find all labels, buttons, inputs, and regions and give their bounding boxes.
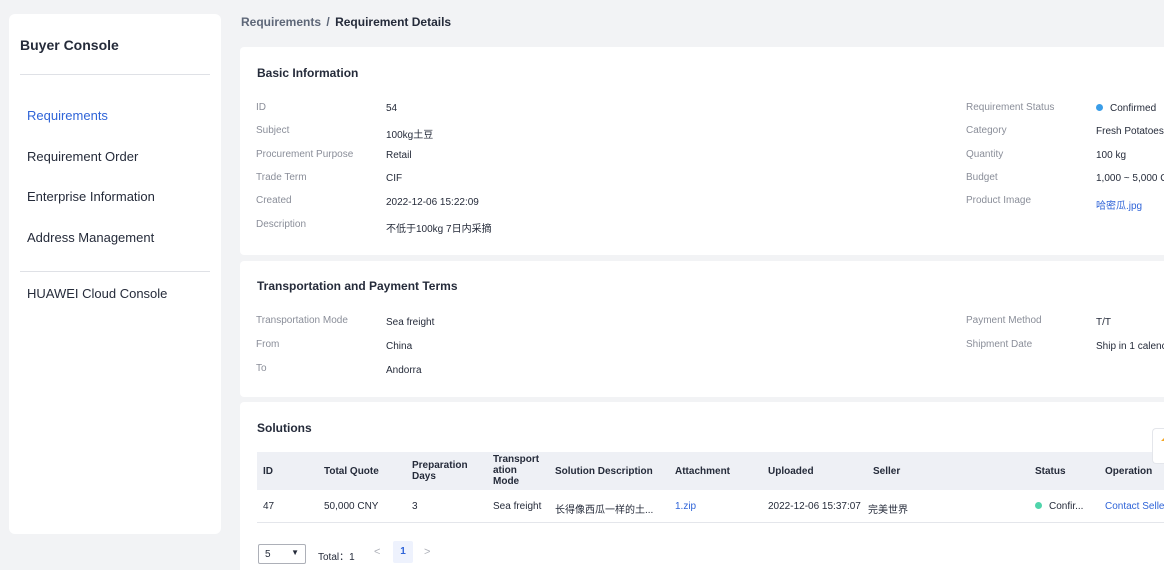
cell-transportation-mode: Sea freight [493,501,542,512]
field-label: Budget [966,172,998,183]
field-value: Sea freight [386,317,435,328]
transport-payment-card: Transportation and Payment Terms Transpo… [240,261,1164,397]
sidebar-item-huawei-cloud-console[interactable]: HUAWEI Cloud Console [27,286,167,301]
status-text: Confir... [1049,501,1084,512]
page-size-value: 5 [265,549,271,560]
status-text: Confirmed [1110,103,1157,114]
field-value: Fresh Potatoes [1096,126,1164,137]
status-badge: Confir... [1035,501,1083,512]
field-value: Andorra [386,365,422,376]
field-label: Created [256,195,292,206]
divider [20,74,210,75]
column-header-status: Status [1035,466,1066,477]
field-label: Payment Method [966,315,1042,326]
field-label: Category [966,125,1007,136]
field-label: Shipment Date [966,339,1033,350]
field-value: 54 [386,103,398,114]
next-page-button[interactable]: > [424,546,430,558]
column-header-operation: Operation [1105,466,1153,477]
column-header-solution-description: Solution Description [555,466,653,477]
breadcrumb-link-requirements[interactable]: Requirements [241,15,321,29]
cell-uploaded: 2022-12-06 15:37:07 [768,501,861,512]
status-dot [1096,104,1103,111]
console-title: Buyer Console [20,37,119,53]
field-label: From [256,339,280,350]
field-value: 100kg土豆 [386,130,434,141]
field-label: Product Image [966,195,1032,206]
floating-feedback-tab[interactable]: ◢ [1152,428,1164,464]
breadcrumb-current: Requirement Details [335,15,452,29]
sidebar-item-requirements[interactable]: Requirements [27,108,108,123]
product-image-link[interactable]: 哈密瓜.jpg [1096,197,1142,212]
page-size-select[interactable]: 5 ▼ [258,544,306,564]
field-label: Requirement Status [966,102,1055,113]
field-label: Trade Term [256,172,307,183]
cell-solution-description: 长得像西瓜一样的土... [555,505,654,516]
pager-total: Total：1 [318,552,355,563]
contact-seller-link[interactable]: Contact Selle [1105,501,1164,512]
section-title: Transportation and Payment Terms [257,279,458,293]
field-value: Retail [386,150,412,161]
sidebar-item-address-management[interactable]: Address Management [27,230,154,245]
field-label: Subject [256,125,290,136]
field-value: CIF [386,173,403,184]
breadcrumb: Requirements / Requirement Details [241,15,451,29]
cell-id: 47 [263,501,275,512]
chevron-down-icon: ▼ [291,548,299,557]
column-header-total-quote: Total Quote [324,466,379,477]
table-row: 47 50,000 CNY 3 Sea freight 长得像西瓜一样的土...… [257,490,1164,523]
attachment-link[interactable]: 1.zip [675,501,696,512]
status-badge: Confirmed [1096,103,1156,114]
cell-total-quote: 50,000 CNY [324,501,379,512]
cell-seller: 完美世界 [868,505,908,516]
field-value: 不低于100kg 7日内采摘 [386,224,492,235]
divider [20,271,210,272]
section-title: Basic Information [257,66,359,80]
sidebar: Buyer Console Requirements Requirement O… [9,14,221,534]
field-value: Ship in 1 calenc [1096,341,1164,352]
page-number-button[interactable]: 1 [393,541,413,563]
field-label: ID [256,102,266,113]
section-title: Solutions [257,421,312,435]
field-label: Quantity [966,149,1004,160]
field-label: Transportation Mode [256,315,348,326]
field-label: To [256,363,267,374]
column-header-attachment: Attachment [675,466,731,477]
table-header: ID Total Quote Preparation Days Transpor… [257,452,1164,490]
column-header-id: ID [263,466,273,477]
column-header-uploaded: Uploaded [768,466,814,477]
sidebar-item-enterprise-information[interactable]: Enterprise Information [27,189,155,204]
field-value: 1,000 ~ 5,000 C [1096,173,1164,184]
sidebar-item-requirement-order[interactable]: Requirement Order [27,149,138,164]
field-value: China [386,341,413,352]
solutions-card: Solutions ID Total Quote Preparation Day… [240,402,1164,570]
field-value: 2022-12-06 15:22:09 [386,197,479,208]
column-header-seller: Seller [873,466,901,477]
status-dot [1035,502,1042,509]
column-header-transportation-mode: Transport ation Mode [493,454,540,487]
cell-preparation-days: 3 [412,501,418,512]
field-label: Description [256,219,307,230]
field-value: 100 kg [1096,150,1127,161]
column-header-preparation-days: Preparation Days [412,460,468,482]
prev-page-button[interactable]: < [374,546,380,558]
basic-information-card: Basic Information ID 54 Subject 100kg土豆 … [240,47,1164,255]
field-label: Procurement Purpose [256,149,354,160]
breadcrumb-separator: / [326,15,330,29]
field-value: T/T [1096,317,1111,328]
